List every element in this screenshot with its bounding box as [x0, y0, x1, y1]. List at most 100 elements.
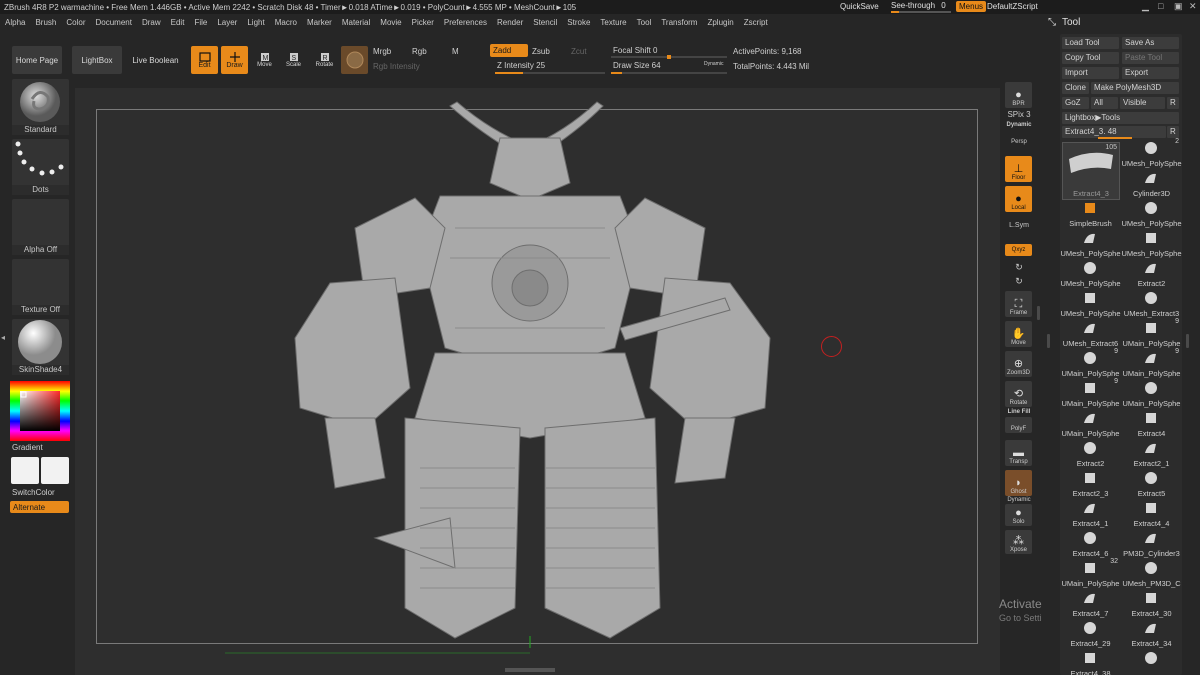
home-page-button[interactable]: Home Page: [12, 46, 62, 74]
focal-shift-slider[interactable]: Focal Shift 0: [613, 46, 657, 55]
default-zscript-button[interactable]: DefaultZScript: [987, 2, 1038, 11]
rgb-intensity-slider[interactable]: Rgb Intensity: [373, 62, 420, 71]
menu-movie[interactable]: Movie: [375, 18, 406, 27]
switch-color-button[interactable]: SwitchColor: [12, 488, 55, 497]
save-as-button[interactable]: Save As: [1122, 37, 1179, 49]
focal-shift-track[interactable]: [611, 55, 727, 59]
gradient-toggle[interactable]: Gradient: [12, 443, 43, 452]
tool-item[interactable]: Extract5: [1121, 468, 1182, 498]
tool-item[interactable]: 9 UMain_PolySphe: [1121, 348, 1182, 378]
menu-preferences[interactable]: Preferences: [439, 18, 492, 27]
move-view-button[interactable]: ✋ Move: [1005, 321, 1032, 347]
export-button[interactable]: Export: [1122, 67, 1179, 79]
alternate-toggle[interactable]: Alternate: [10, 501, 69, 513]
brush-selector[interactable]: Standard: [12, 79, 69, 135]
tool-item[interactable]: Extract4: [1121, 408, 1182, 438]
tool-item[interactable]: 2 UMesh_PolySphe: [1121, 138, 1182, 168]
tool-item[interactable]: Extract2_1: [1121, 438, 1182, 468]
menus-toggle[interactable]: Menus: [956, 1, 987, 12]
clone-button[interactable]: Clone: [1062, 82, 1089, 94]
draw-button[interactable]: Draw: [221, 46, 248, 74]
menu-stencil[interactable]: Stencil: [528, 18, 562, 27]
tool-item[interactable]: UMesh_Extract6: [1060, 318, 1121, 348]
right-shelf-scroll-handle[interactable]: [1037, 306, 1040, 320]
tool-item[interactable]: UMesh_PolySphe: [1121, 228, 1182, 258]
spix-slider[interactable]: SPix 3: [1003, 110, 1035, 119]
solo-button[interactable]: ● Solo: [1005, 504, 1032, 526]
tool-item[interactable]: SimpleBrush: [1060, 198, 1121, 228]
material-swatch[interactable]: [341, 46, 368, 74]
menu-picker[interactable]: Picker: [407, 18, 439, 27]
tool-palette-scroll-handle[interactable]: [1186, 334, 1189, 348]
zsub-toggle[interactable]: Zsub: [532, 47, 550, 56]
tool-item[interactable]: Extract4_34: [1121, 618, 1182, 648]
alpha-selector[interactable]: Alpha Off: [12, 199, 69, 255]
see-through-slider[interactable]: See-through 0: [891, 1, 951, 13]
dynamic-toggle[interactable]: Dynamic: [704, 61, 723, 67]
menu-tool[interactable]: Tool: [632, 18, 657, 27]
goz-button[interactable]: GoZ: [1062, 97, 1089, 109]
menu-texture[interactable]: Texture: [595, 18, 631, 27]
tool-item[interactable]: Extract2: [1060, 438, 1121, 468]
tool-item[interactable]: Extract4_6: [1060, 528, 1121, 558]
color-picker[interactable]: [10, 381, 70, 441]
persp-button[interactable]: Persp: [1003, 139, 1035, 145]
draw-size-track[interactable]: [611, 72, 727, 74]
zoom3d-button[interactable]: ⊕ Zoom3D: [1005, 351, 1032, 377]
frame-button[interactable]: ⛶ Frame: [1005, 291, 1032, 317]
menu-marker[interactable]: Marker: [302, 18, 337, 27]
floor-button[interactable]: ⊥ Floor: [1005, 156, 1032, 182]
paste-tool-button[interactable]: Paste Tool: [1122, 52, 1179, 64]
xyz-button[interactable]: Qxyz: [1005, 244, 1032, 256]
m-toggle[interactable]: M: [452, 47, 459, 56]
viewport-scroll-handle[interactable]: [505, 668, 555, 672]
warmachine-model[interactable]: [75, 88, 1000, 675]
current-tool-r-button[interactable]: R: [1167, 126, 1179, 138]
menu-transform[interactable]: Transform: [656, 18, 702, 27]
canvas-viewport[interactable]: Activate Windows Go to Settings to activ…: [75, 88, 1141, 675]
tool-item[interactable]: UMesh_PM3D_C: [1121, 558, 1182, 588]
menu-alpha[interactable]: Alpha: [0, 18, 30, 27]
menu-draw[interactable]: Draw: [137, 18, 166, 27]
zadd-toggle[interactable]: Zadd: [490, 44, 528, 57]
rotate-view-button[interactable]: ⟲ Rotate: [1005, 381, 1032, 407]
xpose-button[interactable]: ⁂ Xpose: [1005, 530, 1032, 554]
menu-macro[interactable]: Macro: [270, 18, 302, 27]
collapse-left-icon[interactable]: ◂: [1, 333, 7, 345]
tool-item[interactable]: UMesh_PolySphe: [1121, 198, 1182, 228]
polyf-button[interactable]: PolyF: [1005, 417, 1032, 433]
tool-item[interactable]: Extract4_38: [1060, 648, 1121, 675]
secondary-color-swatch[interactable]: [41, 457, 69, 484]
menu-zplugin[interactable]: Zplugin: [702, 18, 738, 27]
tool-palette-side-handle[interactable]: [1047, 334, 1050, 348]
edit-button[interactable]: Edit: [191, 46, 218, 74]
texture-selector[interactable]: Texture Off: [12, 259, 69, 315]
maximize-icon[interactable]: □: [1158, 1, 1163, 11]
make-polymesh-button[interactable]: Make PolyMesh3D: [1091, 82, 1179, 94]
lightbox-tools-button[interactable]: Lightbox▶Tools: [1062, 112, 1179, 124]
tool-item[interactable]: Extract4_29: [1060, 618, 1121, 648]
menu-zscript[interactable]: Zscript: [739, 18, 773, 27]
live-boolean-button[interactable]: Live Boolean: [128, 46, 183, 74]
lsym-button[interactable]: L.Sym: [1003, 222, 1035, 229]
z-intensity-slider[interactable]: Z Intensity 25: [497, 61, 545, 70]
tool-item[interactable]: UMesh_PolySphe: [1060, 258, 1121, 288]
tool-palette-header[interactable]: ⤡ Tool: [1042, 14, 1200, 30]
menu-edit[interactable]: Edit: [166, 18, 190, 27]
active-tool-thumb[interactable]: 105 Extract4_3: [1062, 142, 1120, 200]
material-selector[interactable]: SkinShade4: [12, 319, 69, 375]
tool-item[interactable]: 9 UMain_PolySphe: [1060, 348, 1121, 378]
tool-item[interactable]: UMain_PolySphe: [1060, 408, 1121, 438]
tool-item[interactable]: Extract4_30: [1121, 588, 1182, 618]
menu-light[interactable]: Light: [242, 18, 269, 27]
tool-palette-pin-icon[interactable]: ⤡: [1048, 17, 1056, 28]
bpr-button[interactable]: ● BPR: [1005, 82, 1032, 108]
copy-tool-button[interactable]: Copy Tool: [1062, 52, 1119, 64]
tool-item[interactable]: 9 UMain_PolySphe: [1060, 378, 1121, 408]
draw-size-slider[interactable]: Draw Size 64: [613, 61, 661, 70]
tool-item[interactable]: Extract4_7: [1060, 588, 1121, 618]
goz-r-button[interactable]: R: [1167, 97, 1179, 109]
stroke-selector[interactable]: Dots: [12, 139, 69, 195]
tool-item[interactable]: Extract4_4: [1121, 498, 1182, 528]
minimize-icon[interactable]: ▁: [1142, 1, 1149, 12]
